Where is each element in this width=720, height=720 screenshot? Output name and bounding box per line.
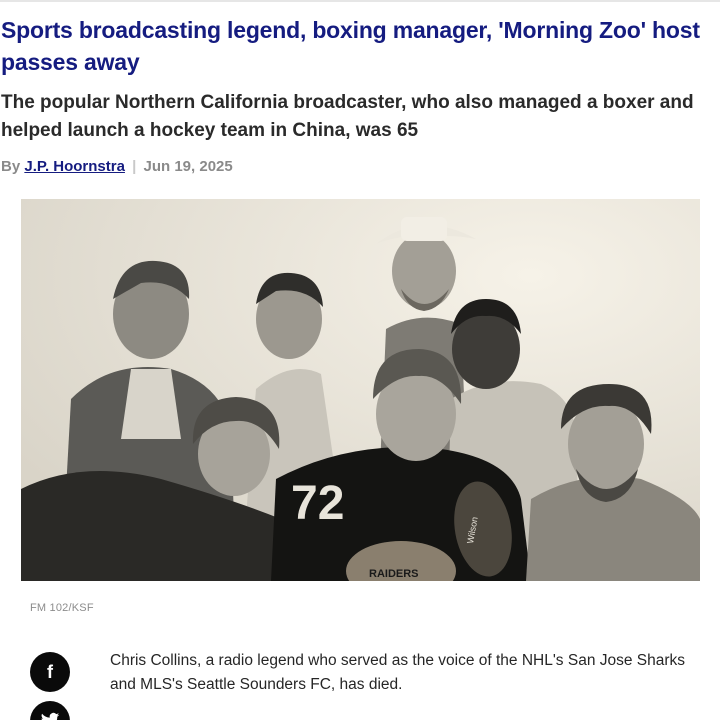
byline-prefix: By [1, 158, 21, 175]
group-portrait-image: 72 RAIDERS Wilson [21, 199, 700, 581]
football-label: RAIDERS [369, 568, 419, 580]
publish-date: Jun 19, 2025 [143, 158, 233, 175]
facebook-share-button[interactable]: f [30, 652, 70, 692]
article-body-paragraph: Chris Collins, a radio legend who served… [110, 652, 686, 693]
top-divider [0, 0, 720, 2]
jersey-number: 72 [291, 477, 344, 530]
article-subheadline: The popular Northern California broadcas… [1, 92, 694, 141]
twitter-share-button[interactable] [30, 701, 70, 720]
article-photo: 72 RAIDERS Wilson [21, 199, 700, 581]
photo-credit: FM 102/KSF [30, 602, 94, 614]
author-link[interactable]: J.P. Hoornstra [24, 158, 125, 175]
facebook-icon: f [47, 661, 53, 682]
byline-separator: | [132, 158, 137, 175]
twitter-icon [41, 712, 60, 720]
article-headline: Sports broadcasting legend, boxing manag… [1, 17, 700, 75]
byline: By J.P. Hoornstra | Jun 19, 2025 [1, 156, 233, 178]
